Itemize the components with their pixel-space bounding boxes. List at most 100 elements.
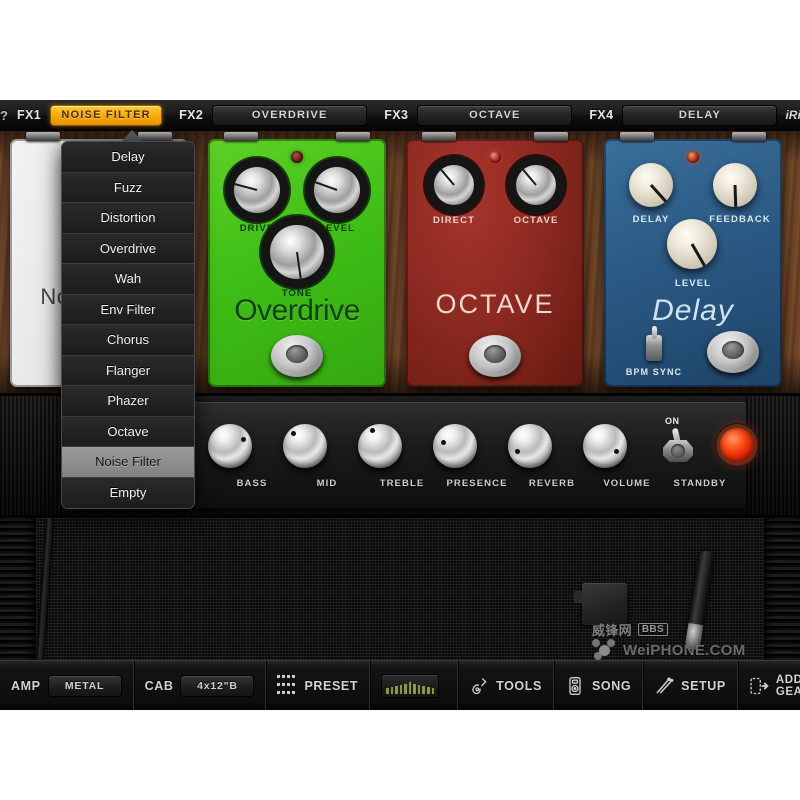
knob-skirt bbox=[431, 461, 479, 471]
amp-knob-treble[interactable] bbox=[356, 424, 404, 471]
amp-knob-volume[interactable] bbox=[581, 424, 629, 471]
menu-item-octave[interactable]: Octave bbox=[62, 416, 194, 447]
menu-item-flanger[interactable]: Flanger bbox=[62, 355, 194, 386]
knob-pointer bbox=[522, 169, 537, 186]
knob-drive[interactable] bbox=[234, 167, 280, 213]
knob-tone[interactable] bbox=[270, 225, 324, 279]
cab-label: CAB bbox=[144, 678, 174, 693]
knob-level[interactable] bbox=[314, 167, 360, 213]
amp-knob-bass[interactable] bbox=[206, 424, 254, 471]
cab-value[interactable]: 4x12"B bbox=[180, 674, 255, 697]
toolbar-tuner-button[interactable] bbox=[370, 660, 459, 711]
fx3-slot-button[interactable]: OCTAVE bbox=[417, 104, 573, 126]
led-indicator bbox=[489, 151, 501, 163]
toolbar-cab-selector[interactable]: CAB 4x12"B bbox=[134, 660, 267, 711]
grid-icon bbox=[277, 674, 297, 697]
bpm-sync-toggle[interactable] bbox=[646, 326, 662, 361]
toolbar-add-gear-button[interactable]: ADD GEAR bbox=[738, 661, 800, 711]
menu-item-fuzz[interactable]: Fuzz bbox=[62, 172, 194, 203]
jack-right bbox=[336, 132, 370, 141]
toolbar-preset-button[interactable]: PRESET bbox=[266, 660, 371, 711]
knob-dot bbox=[291, 431, 296, 436]
power-led[interactable] bbox=[720, 428, 754, 462]
knob-pointer bbox=[733, 184, 738, 208]
watermark-cn-text: 威锋网 bbox=[592, 623, 632, 638]
pedal-overdrive[interactable]: DRIVE LEVEL TONE Overdrive bbox=[208, 132, 386, 387]
pedal-delay[interactable]: DELAY FEEDBACK LEVEL Delay BPM SYNC bbox=[604, 132, 782, 387]
knob-dot bbox=[441, 440, 446, 445]
jack-left bbox=[422, 132, 456, 141]
menu-item-distortion[interactable]: Distortion bbox=[62, 203, 194, 234]
knob-pointer bbox=[296, 251, 302, 279]
amp-label-standby: STANDBY bbox=[673, 478, 727, 489]
jack-left bbox=[620, 132, 654, 141]
knob-pointer bbox=[690, 243, 706, 267]
menu-item-overdrive[interactable]: Overdrive bbox=[62, 233, 194, 264]
knob-level[interactable] bbox=[667, 219, 717, 269]
drumsticks-icon bbox=[654, 675, 674, 697]
add-gear-line2: GEAR bbox=[775, 685, 800, 698]
knob-feedback[interactable] bbox=[713, 163, 757, 208]
pedal-name-octave: OCTAVE bbox=[435, 289, 555, 319]
fx3-label: FX3 bbox=[384, 108, 409, 122]
preset-label: PRESET bbox=[304, 678, 359, 693]
fx4-label: FX4 bbox=[589, 108, 614, 122]
toolbar-setup-button[interactable]: SETUP bbox=[643, 660, 738, 711]
pedal-octave[interactable]: DIRECT OCTAVE OCTAVE bbox=[406, 132, 584, 387]
knob-label-octave: OCTAVE bbox=[513, 215, 559, 226]
knob-direct[interactable] bbox=[434, 165, 474, 205]
watermark-logo-icon bbox=[592, 639, 618, 661]
setup-label: SETUP bbox=[681, 678, 726, 693]
ipod-icon bbox=[565, 675, 585, 697]
fx-type-dropdown-menu[interactable]: Delay Fuzz Distortion Overdrive Wah Env Filte… bbox=[61, 141, 195, 509]
fx1-slot-button[interactable]: NOISE FILTER bbox=[50, 104, 163, 126]
menu-item-noise-filter[interactable]: Noise Filter bbox=[62, 447, 194, 478]
knob-delay-time[interactable] bbox=[629, 163, 673, 207]
amp-label: AMP bbox=[11, 678, 41, 693]
amp-value[interactable]: METAL bbox=[47, 674, 122, 697]
fx4-slot-button[interactable]: DELAY bbox=[622, 104, 778, 126]
fx2-label: FX2 bbox=[179, 108, 204, 122]
guitar-icon bbox=[469, 675, 489, 697]
menu-item-empty[interactable]: Empty bbox=[62, 477, 194, 508]
jack-left bbox=[26, 132, 60, 141]
knob-pointer bbox=[440, 169, 455, 186]
top-white-margin bbox=[0, 0, 800, 100]
watermark-row-top: 威锋网 BBS bbox=[592, 620, 792, 639]
knob-octave[interactable] bbox=[516, 165, 556, 205]
standby-on-label: ON bbox=[665, 416, 680, 426]
footswitch[interactable] bbox=[271, 335, 323, 377]
menu-item-wah[interactable]: Wah bbox=[62, 264, 194, 295]
fx2-slot-button[interactable]: OVERDRIVE bbox=[212, 104, 368, 126]
knob-skirt bbox=[206, 461, 254, 471]
footswitch[interactable] bbox=[707, 331, 759, 373]
toolbar-tools-button[interactable]: TOOLS bbox=[458, 660, 554, 711]
knob-skirt bbox=[581, 461, 629, 471]
led-indicator bbox=[291, 151, 303, 163]
knob-label-direct: DIRECT bbox=[433, 215, 475, 226]
jack-right bbox=[534, 132, 568, 141]
amp-control-panel: BASS MID TREBLE PRESENCE REVERB VOLUME O… bbox=[186, 402, 754, 508]
pedal-name-delay: Delay bbox=[652, 294, 734, 327]
toolbar-amp-selector[interactable]: AMP METAL bbox=[0, 660, 134, 711]
knob-skirt bbox=[506, 461, 554, 471]
toolbar-song-button[interactable]: SONG bbox=[554, 660, 644, 711]
menu-item-env-filter[interactable]: Env Filter bbox=[62, 294, 194, 325]
standby-switch[interactable]: ON bbox=[663, 416, 693, 462]
knob-dot bbox=[241, 437, 246, 442]
menu-item-chorus[interactable]: Chorus bbox=[62, 325, 194, 356]
watermark-row-bottom: WeiPHONE.COM bbox=[592, 639, 792, 661]
help-button[interactable]: ? bbox=[0, 108, 8, 123]
knob-dot bbox=[370, 428, 375, 433]
menu-item-phazer[interactable]: Phazer bbox=[62, 386, 194, 417]
fx-top-bar: ? FX1 NOISE FILTER FX2 OVERDRIVE FX3 OCT… bbox=[0, 100, 800, 131]
amp-knob-mid[interactable] bbox=[281, 424, 329, 471]
bottom-white-margin bbox=[0, 710, 800, 800]
menu-item-delay[interactable]: Delay bbox=[62, 142, 194, 173]
knob-dot bbox=[515, 449, 520, 454]
amp-knob-reverb[interactable] bbox=[506, 424, 554, 471]
footswitch[interactable] bbox=[469, 335, 521, 377]
add-gear-line1: ADD bbox=[775, 673, 800, 686]
amp-knob-presence[interactable] bbox=[431, 424, 479, 471]
watermark: 威锋网 BBS WeiPHONE.COM bbox=[592, 617, 792, 661]
